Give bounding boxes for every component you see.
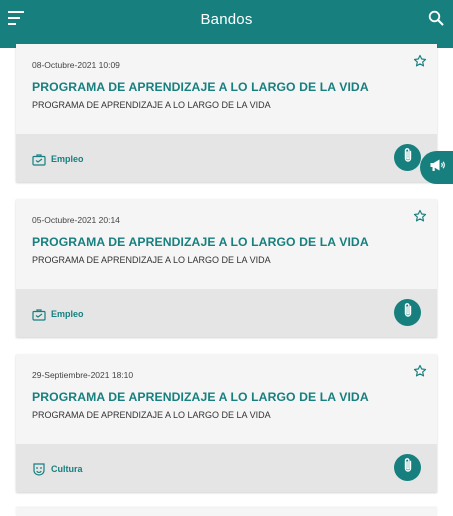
paperclip-icon: [402, 147, 414, 168]
megaphone-icon: [429, 158, 445, 177]
card-date: 05-Octubre-2021 20:14: [32, 215, 120, 225]
category-label: Empleo: [51, 309, 84, 319]
page-title: Bandos: [200, 11, 253, 28]
attachment-button[interactable]: [394, 299, 421, 326]
culture-icon: [32, 462, 46, 476]
app-bar: Bandos: [0, 0, 453, 48]
bando-card[interactable]: 29-Septiembre-2021 18:10 PROGRAMA DE APR…: [16, 354, 437, 492]
attachment-button[interactable]: [394, 144, 421, 171]
star-icon[interactable]: [413, 54, 427, 68]
card-title[interactable]: PROGRAMA DE APRENDIZAJE A LO LARGO DE LA…: [32, 80, 369, 94]
card-date: 08-Octubre-2021 10:09: [32, 60, 120, 70]
category-label: Cultura: [51, 464, 83, 474]
card-footer: Cultura: [16, 444, 437, 492]
paperclip-icon: [402, 457, 414, 478]
card-summary: PROGRAMA DE APRENDIZAJE A LO LARGO DE LA…: [32, 100, 271, 110]
search-icon[interactable]: [428, 10, 444, 26]
card-footer: Empleo: [16, 289, 437, 337]
bandos-list: 08-Octubre-2021 10:09 PROGRAMA DE APREND…: [0, 44, 453, 512]
briefcase-icon: [32, 153, 46, 166]
bando-card[interactable]: 05-Octubre-2021 20:14 PROGRAMA DE APREND…: [16, 199, 437, 337]
briefcase-icon: [32, 308, 46, 321]
card-title[interactable]: PROGRAMA DE APRENDIZAJE A LO LARGO DE LA…: [32, 390, 369, 404]
category-tag: Cultura: [32, 462, 83, 476]
announcements-button[interactable]: [420, 151, 453, 184]
category-tag: Empleo: [32, 307, 84, 321]
next-card-peek: [16, 508, 437, 516]
card-summary: PROGRAMA DE APRENDIZAJE A LO LARGO DE LA…: [32, 410, 271, 420]
star-icon[interactable]: [413, 209, 427, 223]
category-label: Empleo: [51, 154, 84, 164]
paperclip-icon: [402, 302, 414, 323]
star-icon[interactable]: [413, 364, 427, 378]
card-summary: PROGRAMA DE APRENDIZAJE A LO LARGO DE LA…: [32, 255, 271, 265]
card-footer: Empleo: [16, 134, 437, 182]
card-title[interactable]: PROGRAMA DE APRENDIZAJE A LO LARGO DE LA…: [32, 235, 369, 249]
card-date: 29-Septiembre-2021 18:10: [32, 370, 134, 380]
bando-card[interactable]: 08-Octubre-2021 10:09 PROGRAMA DE APREND…: [16, 44, 437, 182]
attachment-button[interactable]: [394, 454, 421, 481]
category-tag: Empleo: [32, 152, 84, 166]
